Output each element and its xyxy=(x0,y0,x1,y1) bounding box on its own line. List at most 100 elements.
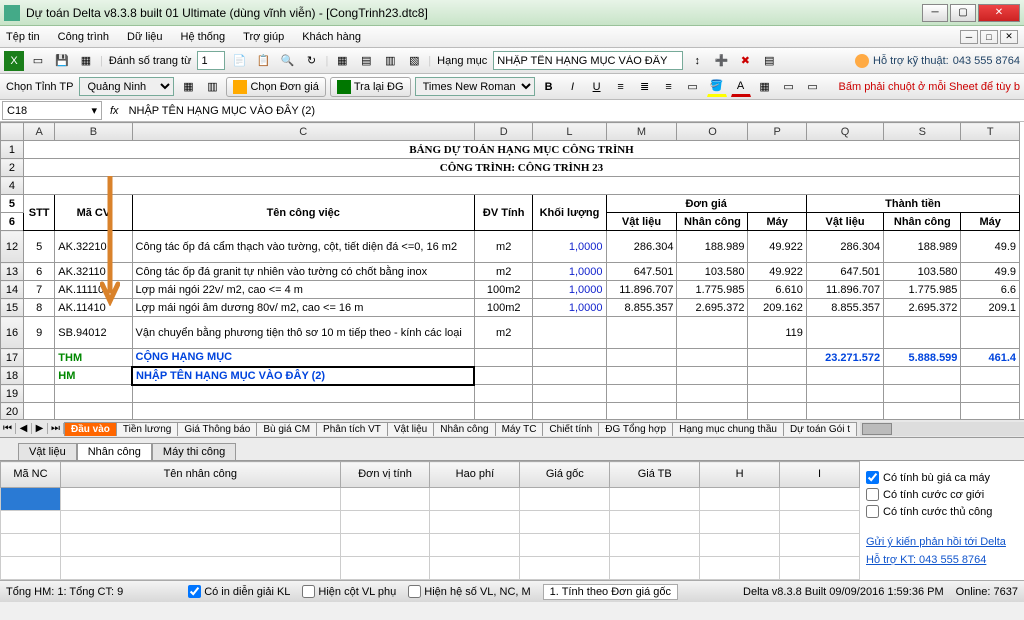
feedback-link[interactable]: Gửi ý kiến phản hồi tới Delta xyxy=(866,536,1014,548)
sheet-tab[interactable]: Phân tích VT xyxy=(316,422,388,436)
tool-f[interactable]: ▤ xyxy=(356,51,376,71)
tool-a[interactable]: 📄 xyxy=(229,51,249,71)
doc-icon[interactable]: ▭ xyxy=(28,51,48,71)
name-box[interactable]: C18▾ xyxy=(2,101,102,120)
mdi-restore[interactable]: □ xyxy=(980,30,998,44)
lower-tab-may[interactable]: Máy thi công xyxy=(152,443,236,460)
mdi-close[interactable]: ✕ xyxy=(1000,30,1018,44)
col-P[interactable]: P xyxy=(748,123,806,141)
col-S[interactable]: S xyxy=(884,123,961,141)
col-Q[interactable]: Q xyxy=(806,123,883,141)
print-icon[interactable]: ▦ xyxy=(76,51,96,71)
lower-tab-nc[interactable]: Nhân công xyxy=(77,443,152,460)
tinh-select[interactable]: Quảng Ninh xyxy=(79,77,174,96)
bold-button[interactable]: B xyxy=(539,77,559,97)
sheet-tab[interactable]: Hạng mục chung thầu xyxy=(672,422,784,436)
tool-j[interactable]: ▤ xyxy=(759,51,779,71)
underline-button[interactable]: U xyxy=(587,77,607,97)
pagenum-input[interactable] xyxy=(197,51,225,70)
menu-system[interactable]: Hệ thống xyxy=(181,31,226,43)
align-right-button[interactable]: ≡ xyxy=(659,77,679,97)
excel-icon[interactable]: X xyxy=(4,51,24,71)
maximize-button[interactable]: ▢ xyxy=(950,4,976,22)
fillcolor-button[interactable]: 🪣 xyxy=(707,77,727,97)
chk-cuoccogioi[interactable]: Có tính cước cơ giới xyxy=(866,488,1014,501)
tool-h[interactable]: ▧ xyxy=(404,51,424,71)
support-info: Hỗ trợ kỹ thuật: 043 555 8764 xyxy=(855,54,1020,68)
formula-bar: C18▾ fx NHẬP TÊN HẠNG MỤC VÀO ĐÂY (2) xyxy=(0,100,1024,122)
hscroll[interactable] xyxy=(860,422,1024,436)
sheet-tab[interactable]: Chiết tính xyxy=(542,422,599,436)
tool-g[interactable]: ▥ xyxy=(380,51,400,71)
col-A[interactable]: A xyxy=(23,123,54,141)
sheet-tab[interactable]: Bù giá CM xyxy=(256,422,317,436)
sheet-nav-next[interactable]: ▶ xyxy=(32,423,48,434)
tool2-b[interactable]: ▥ xyxy=(202,77,222,97)
lower-table[interactable]: Mã NC Tên nhân công Đơn vị tính Hao phí … xyxy=(0,461,860,580)
menu-data[interactable]: Dữ liệu xyxy=(127,31,163,43)
sheet-tab[interactable]: ĐG Tổng hợp xyxy=(598,422,673,436)
support-icon xyxy=(855,54,869,68)
tool2-d[interactable]: ▭ xyxy=(803,77,823,97)
col-C[interactable]: C xyxy=(132,123,474,141)
fx-icon[interactable]: fx xyxy=(104,105,125,117)
tra-dongia-button[interactable]: Tra lại ĐG xyxy=(330,77,411,97)
border-button[interactable]: ▦ xyxy=(755,77,775,97)
corner-cell[interactable] xyxy=(1,123,24,141)
lower-tabs: Vật liệu Nhân công Máy thi công xyxy=(0,438,1024,460)
chk-cuocthucong[interactable]: Có tính cước thủ công xyxy=(866,505,1014,518)
fontcolor-button[interactable]: A xyxy=(731,77,751,97)
save-icon[interactable]: 💾 xyxy=(52,51,72,71)
sheet-nav-last[interactable]: ⏭ xyxy=(48,423,64,434)
lower-tab-vl[interactable]: Vật liệu xyxy=(18,443,77,460)
chon-dongia-button[interactable]: Chọn Đơn giá xyxy=(226,77,325,97)
mdi-minimize[interactable]: ─ xyxy=(960,30,978,44)
menu-project[interactable]: Công trình xyxy=(58,31,109,43)
tool-d[interactable]: ↻ xyxy=(301,51,321,71)
align-center-button[interactable]: ≣ xyxy=(635,77,655,97)
sheet-nav-prev[interactable]: ◀ xyxy=(16,423,32,434)
tool2-a[interactable]: ▦ xyxy=(178,77,198,97)
col-M[interactable]: M xyxy=(606,123,677,141)
tool-b[interactable]: 📋 xyxy=(253,51,273,71)
col-L[interactable]: L xyxy=(533,123,606,141)
col-D[interactable]: D xyxy=(474,123,532,141)
sheet-tab[interactable]: Giá Thông báo xyxy=(177,422,257,436)
add-green-icon[interactable]: ➕ xyxy=(711,51,731,71)
status-chk3[interactable]: Hiện hệ số VL, NC, M xyxy=(408,585,530,598)
menu-customer[interactable]: Khách hàng xyxy=(302,31,361,43)
merge-button[interactable]: ▭ xyxy=(683,77,703,97)
status-chk1[interactable]: Có in diễn giải KL xyxy=(188,585,290,598)
sheet-tab[interactable]: Nhân công xyxy=(433,422,495,436)
chk-bugiacamay[interactable]: Có tính bù giá ca máy xyxy=(866,471,1014,484)
tool-i[interactable]: ↕ xyxy=(687,51,707,71)
delete-red-icon[interactable]: ✖ xyxy=(735,51,755,71)
sheet-tab[interactable]: Máy TC xyxy=(495,422,544,436)
support-link[interactable]: Hỗ trợ KT: 043 555 8764 xyxy=(866,554,1014,566)
sheet-tab[interactable]: Đầu vào xyxy=(64,422,117,436)
selected-cell[interactable]: NHẬP TÊN HẠNG MỤC VÀO ĐÂY (2) xyxy=(132,367,474,385)
close-button[interactable]: ✕ xyxy=(978,4,1020,22)
sheet-tab[interactable]: Dự toán Gói t xyxy=(783,422,857,436)
formula-content[interactable]: NHẬP TÊN HẠNG MỤC VÀO ĐÂY (2) xyxy=(125,105,1024,117)
tool2-c[interactable]: ▭ xyxy=(779,77,799,97)
menu-help[interactable]: Trợ giúp xyxy=(243,31,284,43)
menu-file[interactable]: Tệp tin xyxy=(6,31,40,43)
tool-e[interactable]: ▦ xyxy=(332,51,352,71)
toolbar-2: Chọn Tỉnh TP Quảng Ninh ▦ ▥ Chọn Đơn giá… xyxy=(0,74,1024,100)
status-chk2[interactable]: Hiện cột VL phụ xyxy=(302,585,396,598)
spreadsheet-grid[interactable]: A B C D L M O P Q S T 1BẢNG DỰ TOÁN HẠNG… xyxy=(0,122,1024,438)
minimize-button[interactable]: ─ xyxy=(922,4,948,22)
col-B[interactable]: B xyxy=(55,123,132,141)
italic-button[interactable]: I xyxy=(563,77,583,97)
col-T[interactable]: T xyxy=(961,123,1020,141)
col-O[interactable]: O xyxy=(677,123,748,141)
align-left-button[interactable]: ≡ xyxy=(611,77,631,97)
tool-c[interactable]: 🔍 xyxy=(277,51,297,71)
font-select[interactable]: Times New Roman xyxy=(415,77,535,96)
sheet-tab[interactable]: Vật liệu xyxy=(387,422,434,436)
lower-grid: Mã NC Tên nhân công Đơn vị tính Hao phí … xyxy=(0,460,1024,580)
sheet-nav-first[interactable]: ⏮ xyxy=(0,423,16,434)
hangmuc-input[interactable] xyxy=(493,51,683,70)
sheet-tab[interactable]: Tiền lương xyxy=(116,422,178,436)
